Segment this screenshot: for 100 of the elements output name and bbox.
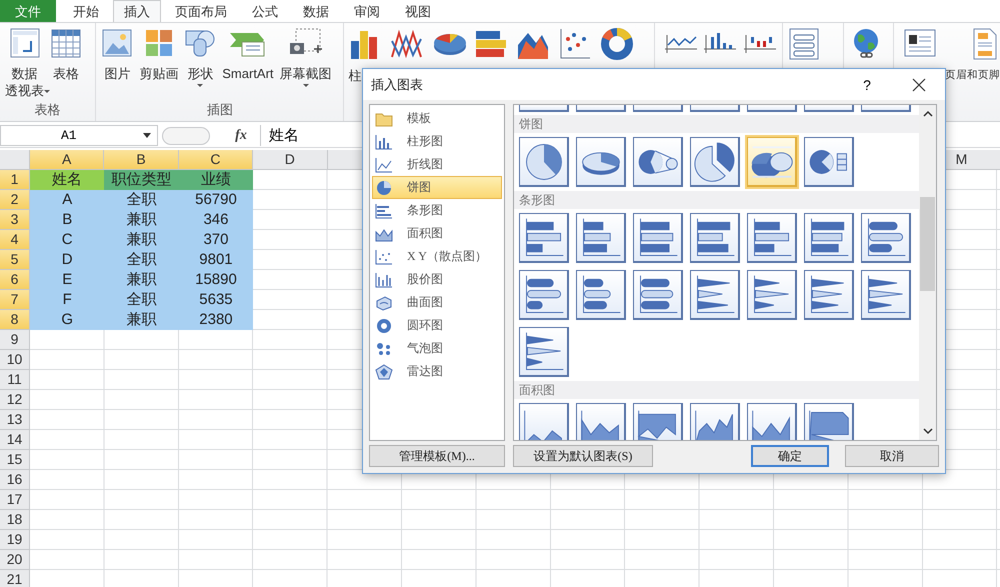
row-header[interactable]: 5	[0, 250, 30, 270]
column-header[interactable]: D	[253, 150, 328, 170]
chart-subtype-button[interactable]	[576, 270, 626, 320]
chart-type-item[interactable]: 折线图	[372, 153, 502, 176]
picture-button[interactable]: 图片	[98, 25, 136, 84]
chart-subtype-button[interactable]	[576, 403, 626, 440]
smartart-button[interactable]: SmartArt	[219, 25, 277, 84]
chart-subtype-button[interactable]	[519, 270, 569, 320]
table-button[interactable]: 表格	[47, 25, 85, 84]
chart-subtype-button[interactable]	[633, 105, 683, 112]
column-header[interactable]: C	[178, 150, 254, 170]
chart-subtype-button[interactable]	[690, 213, 740, 263]
pivot-button[interactable]: 数据 透视表	[2, 25, 47, 95]
table-cell: C	[30, 230, 104, 250]
chart-type-item[interactable]: 条形图	[372, 199, 502, 222]
dialog-button[interactable]: 设置为默认图表(S)	[513, 445, 653, 467]
scrollbar-thumb[interactable]	[920, 197, 935, 291]
chart-subtype-button[interactable]	[519, 105, 569, 112]
file-tab[interactable]: 文件	[0, 0, 56, 22]
row-header[interactable]: 16	[0, 470, 30, 490]
chart-type-item[interactable]: 模板	[372, 107, 502, 130]
chart-subtype-button[interactable]	[519, 403, 569, 440]
ribbon-tab[interactable]: 数据	[292, 0, 340, 22]
chart-subtype-button[interactable]	[519, 213, 569, 263]
row-header[interactable]: 15	[0, 450, 30, 470]
ribbon-tab[interactable]: 视图	[394, 0, 442, 22]
row-header[interactable]: 7	[0, 290, 30, 310]
chart-subtype-button[interactable]	[633, 270, 683, 320]
row-header[interactable]: 20	[0, 550, 30, 570]
chart-type-item[interactable]: 圆环图	[372, 314, 502, 337]
column-header[interactable]: B	[104, 150, 179, 170]
chart-subtype-button[interactable]	[633, 213, 683, 263]
chart-subtype-button[interactable]	[690, 403, 740, 440]
row-header[interactable]: 2	[0, 190, 30, 210]
row-header[interactable]: 4	[0, 230, 30, 250]
chart-type-item[interactable]: 股价图	[372, 268, 502, 291]
chart-subtype-button[interactable]	[576, 137, 626, 187]
chart-type-item[interactable]: 雷达图	[372, 360, 502, 383]
dropdown-caret-icon[interactable]	[143, 133, 151, 138]
row-header[interactable]: 17	[0, 490, 30, 510]
chart-subtype-button[interactable]	[633, 137, 683, 187]
row-header[interactable]: 9	[0, 330, 30, 350]
ribbon-tab[interactable]: 开始	[62, 0, 110, 22]
chart-subtype-button[interactable]	[690, 105, 740, 112]
chart-subtype-button[interactable]	[861, 213, 911, 263]
chart-subtype-button[interactable]	[747, 213, 797, 263]
chart-subtype-button[interactable]	[576, 105, 626, 112]
formula-bar-handle[interactable]	[162, 126, 210, 144]
chart-subtype-button[interactable]	[804, 213, 854, 263]
dialog-button[interactable]: 管理模板(M)...	[369, 445, 505, 467]
row-header[interactable]: 10	[0, 350, 30, 370]
header-button[interactable]: 页眉和页脚	[944, 25, 1000, 86]
row-header[interactable]: 12	[0, 390, 30, 410]
ribbon-tab[interactable]: 审阅	[343, 0, 391, 22]
ribbon-tab[interactable]: 插入	[113, 0, 161, 22]
chart-subtype-button[interactable]	[690, 270, 740, 320]
chart-subtype-button[interactable]	[519, 327, 569, 377]
help-button[interactable]: ?	[847, 70, 887, 98]
chart-subtype-button[interactable]	[804, 105, 854, 112]
dialog-button[interactable]: 取消	[845, 445, 939, 467]
chart-subtype-button[interactable]	[519, 137, 569, 187]
screenshot-button[interactable]: 屏幕截图	[276, 25, 335, 89]
chart-subtype-button[interactable]	[633, 403, 683, 440]
ribbon-tab[interactable]: 公式	[241, 0, 289, 22]
row-header[interactable]: 14	[0, 430, 30, 450]
chart-subtype-button[interactable]	[861, 105, 911, 112]
row-header[interactable]: 21	[0, 570, 30, 587]
row-header[interactable]: 13	[0, 410, 30, 430]
shapes-button[interactable]: 形状	[181, 25, 220, 89]
chart-type-item[interactable]: 柱形图	[372, 130, 502, 153]
row-header[interactable]: 11	[0, 370, 30, 390]
row-header[interactable]: 18	[0, 510, 30, 530]
row-header[interactable]: 1	[0, 170, 30, 190]
chart-type-item[interactable]: 气泡图	[372, 337, 502, 360]
chart-subtype-button[interactable]	[804, 137, 854, 187]
row-header[interactable]: 8	[0, 310, 30, 330]
chart-subtype-button[interactable]	[804, 270, 854, 320]
dialog-button[interactable]: 确定	[751, 445, 829, 467]
chart-subtype-button[interactable]	[747, 403, 797, 440]
chart-type-item[interactable]: X Y（散点图）	[372, 245, 502, 268]
chart-subtype-button[interactable]	[747, 105, 797, 112]
chart-subtype-button[interactable]	[804, 403, 854, 440]
chart-subtype-button[interactable]	[747, 137, 797, 187]
ribbon-tab[interactable]: 页面布局	[164, 0, 238, 22]
row-header[interactable]: 3	[0, 210, 30, 230]
row-header[interactable]: 19	[0, 530, 30, 550]
chart-subtype-button[interactable]	[747, 270, 797, 320]
chart-subtype-button[interactable]	[690, 137, 740, 187]
chart-type-item[interactable]: 饼图	[372, 176, 502, 199]
chart-type-item[interactable]: 面积图	[372, 222, 502, 245]
insert-function-button[interactable]: fx	[226, 126, 256, 146]
chart-type-item[interactable]: 曲面图	[372, 291, 502, 314]
name-box[interactable]: A1	[0, 125, 158, 146]
dialog-title: 插入图表	[371, 76, 424, 94]
clipart-button[interactable]: 剪贴画	[136, 25, 182, 84]
scrollbar[interactable]	[919, 105, 936, 440]
column-header[interactable]: A	[30, 150, 104, 170]
chart-subtype-button[interactable]	[576, 213, 626, 263]
chart-subtype-button[interactable]	[861, 270, 911, 320]
row-header[interactable]: 6	[0, 270, 30, 290]
